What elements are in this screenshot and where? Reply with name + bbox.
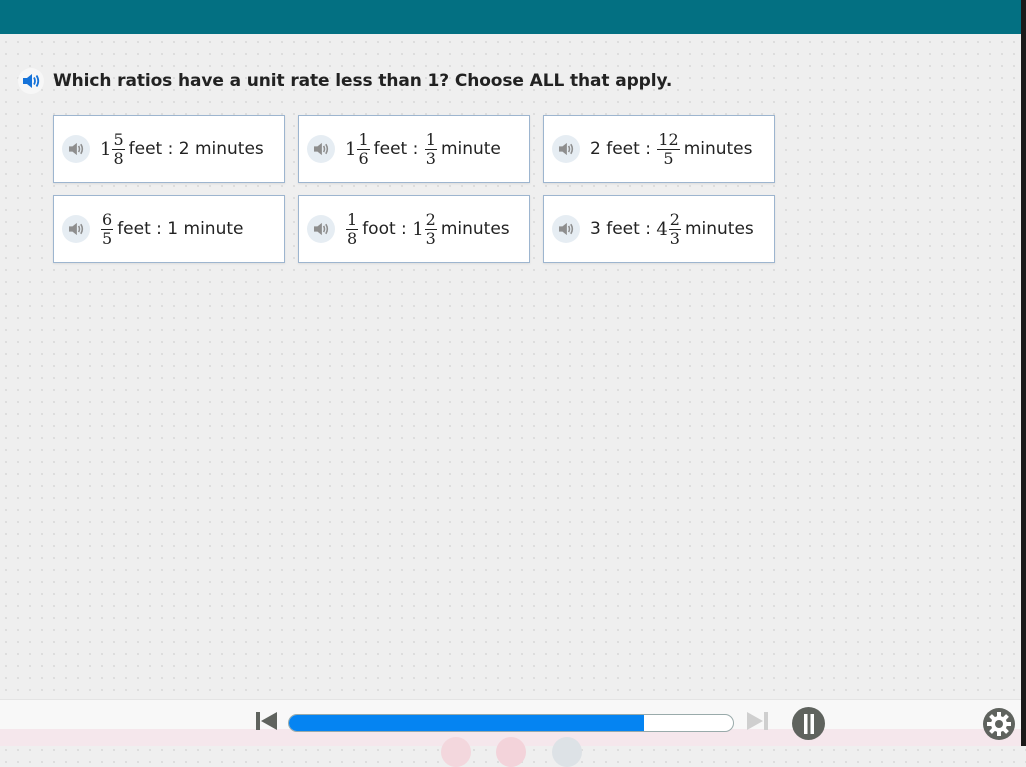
top-header-bar xyxy=(0,0,1021,34)
speaker-icon xyxy=(559,142,574,156)
fraction: 13 xyxy=(424,129,437,168)
ratio-text: minutes xyxy=(440,219,510,239)
ratio-text: 2 feet : xyxy=(590,139,657,159)
answer-choice[interactable]: 6 5 feet : 1 minute xyxy=(53,195,285,263)
next-button[interactable] xyxy=(746,711,768,735)
question-audio-button[interactable] xyxy=(18,68,44,94)
denominator: 6 xyxy=(358,148,369,168)
answer-choice[interactable]: 1 8 foot : 1 2 3 minutes xyxy=(298,195,530,263)
denominator: 5 xyxy=(102,228,113,248)
ratio-text: minutes xyxy=(683,139,753,159)
previous-button[interactable] xyxy=(256,711,278,735)
window-edge xyxy=(1021,0,1026,746)
speaker-icon xyxy=(314,142,329,156)
choice-audio-button[interactable] xyxy=(307,215,335,243)
numerator: 2 xyxy=(668,209,681,230)
progress-bar[interactable] xyxy=(288,714,734,732)
numerator: 1 xyxy=(424,129,437,150)
decor-circle xyxy=(441,737,471,767)
ratio-text: minute xyxy=(440,139,501,159)
speaker-icon xyxy=(69,222,84,236)
ratio-text: feet : xyxy=(373,139,424,159)
choice-audio-button[interactable] xyxy=(552,215,580,243)
pause-button[interactable] xyxy=(792,707,825,740)
ratio-text: feet : 1 minute xyxy=(117,219,244,239)
whole-number: 4 xyxy=(656,218,668,240)
choice-audio-button[interactable] xyxy=(307,135,335,163)
speaker-icon xyxy=(69,142,84,156)
denominator: 5 xyxy=(663,148,674,168)
skip-forward-icon xyxy=(747,712,768,730)
denominator: 8 xyxy=(113,148,124,168)
speaker-icon xyxy=(559,222,574,236)
speaker-icon xyxy=(23,74,40,88)
whole-number: 1 xyxy=(100,138,112,160)
question-text: Which ratios have a unit rate less than … xyxy=(53,71,673,91)
ratio-text: 3 feet : xyxy=(590,219,657,239)
numerator: 6 xyxy=(101,209,114,230)
denominator: 3 xyxy=(425,148,436,168)
numerator: 5 xyxy=(112,129,125,150)
answer-choice[interactable]: 3 feet : 4 2 3 minutes xyxy=(543,195,775,263)
denominator: 8 xyxy=(347,228,358,248)
denominator: 3 xyxy=(425,228,436,248)
answer-choice[interactable]: 1 5 8 feet : 2 minutes xyxy=(53,115,285,183)
progress-fill xyxy=(289,715,645,731)
fraction: 12 5 xyxy=(657,129,680,168)
choice-audio-button[interactable] xyxy=(552,135,580,163)
numerator: 1 xyxy=(346,209,359,230)
choice-label: 2 feet : 12 5 minutes xyxy=(590,129,753,168)
pause-icon xyxy=(803,713,814,734)
choice-label: 6 5 feet : 1 minute xyxy=(100,209,244,248)
choice-label: 1 5 8 feet : 2 minutes xyxy=(100,129,264,168)
numerator: 1 xyxy=(357,129,370,150)
choice-label: 3 feet : 4 2 3 minutes xyxy=(590,209,754,248)
numerator: 12 xyxy=(657,129,680,150)
question-prompt: Which ratios have a unit rate less than … xyxy=(18,68,672,94)
decor-circle xyxy=(552,737,582,767)
fraction: 23 xyxy=(424,209,437,248)
settings-button[interactable] xyxy=(982,707,1016,745)
whole-number: 1 xyxy=(412,218,424,240)
speaker-icon xyxy=(314,222,329,236)
ratio-text: foot : xyxy=(362,219,413,239)
numerator: 2 xyxy=(424,209,437,230)
gear-icon xyxy=(983,708,1015,740)
fraction: 16 xyxy=(357,129,370,168)
decor-circle xyxy=(496,737,526,767)
choice-label: 1 8 foot : 1 2 3 minutes xyxy=(345,209,510,248)
fraction: 18 xyxy=(346,209,359,248)
answer-choice[interactable]: 1 1 6 feet : 1 3 minute xyxy=(298,115,530,183)
choice-label: 1 1 6 feet : 1 3 minute xyxy=(345,129,501,168)
fraction: 65 xyxy=(101,209,114,248)
answer-choice[interactable]: 2 feet : 12 5 minutes xyxy=(543,115,775,183)
skip-back-icon xyxy=(256,712,277,730)
choice-audio-button[interactable] xyxy=(62,135,90,163)
ratio-text: minutes xyxy=(684,219,754,239)
denominator: 3 xyxy=(669,228,680,248)
fraction: 58 xyxy=(112,129,125,168)
fraction: 23 xyxy=(668,209,681,248)
ratio-text: feet : 2 minutes xyxy=(128,139,264,159)
choice-audio-button[interactable] xyxy=(62,215,90,243)
whole-number: 1 xyxy=(345,138,357,160)
